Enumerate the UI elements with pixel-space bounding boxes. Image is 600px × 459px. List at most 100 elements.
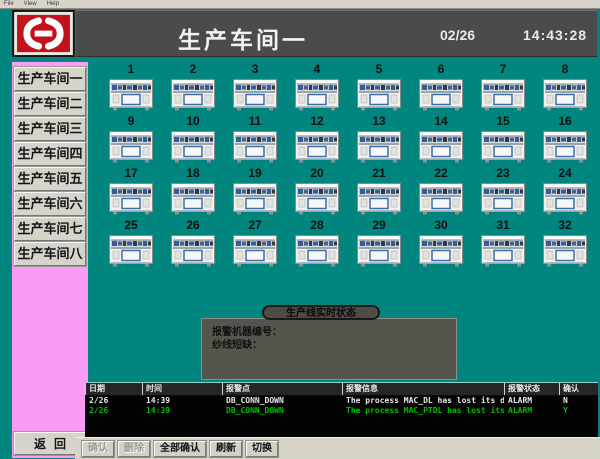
cell-ack: Y <box>559 406 598 416</box>
cell-time: 14:39 <box>142 406 222 416</box>
bottom-button-确认[interactable]: 确认 <box>82 441 114 457</box>
knitting-machine-icon <box>108 232 154 267</box>
machine-cell-32[interactable]: 32 <box>534 218 596 270</box>
machine-number: 20 <box>310 166 323 180</box>
machine-cell-5[interactable]: 5 <box>348 62 410 114</box>
knitting-machine-icon <box>356 128 402 163</box>
machine-cell-7[interactable]: 7 <box>472 62 534 114</box>
machine-number: 10 <box>186 114 199 128</box>
bottom-button-全部确认[interactable]: 全部确认 <box>154 441 206 457</box>
sidebar-item-workshop-4[interactable]: 生产车间四 <box>14 142 86 166</box>
table-row[interactable]: 2/2614:39DB_CONN_DOWNThe process MAC_PTD… <box>85 406 598 416</box>
menu-item-view[interactable]: View <box>24 0 37 9</box>
machine-number: 7 <box>500 62 507 76</box>
machine-cell-25[interactable]: 25 <box>100 218 162 270</box>
column-header: 报警点 <box>222 383 342 395</box>
page-title: 生产车间一 <box>178 21 308 55</box>
machine-number: 29 <box>372 218 385 232</box>
machine-cell-20[interactable]: 20 <box>286 166 348 218</box>
machine-cell-27[interactable]: 27 <box>224 218 286 270</box>
machine-number: 6 <box>438 62 445 76</box>
machine-number: 16 <box>558 114 571 128</box>
machine-cell-19[interactable]: 19 <box>224 166 286 218</box>
bottom-button-删除[interactable]: 删除 <box>118 441 150 457</box>
sidebar-item-workshop-5[interactable]: 生产车间五 <box>14 167 86 191</box>
machine-cell-11[interactable]: 11 <box>224 114 286 166</box>
logo-h-icon <box>12 10 75 57</box>
machine-number: 28 <box>310 218 323 232</box>
machine-cell-8[interactable]: 8 <box>534 62 596 114</box>
table-row[interactable]: 2/2614:39DB_CONN_DOWNThe process MAC_DL … <box>85 396 598 406</box>
knitting-machine-icon <box>170 180 216 215</box>
sidebar-item-workshop-8[interactable]: 生产车间八 <box>14 242 86 266</box>
machine-number: 30 <box>434 218 447 232</box>
knitting-machine-icon <box>170 128 216 163</box>
column-header: 确认 <box>559 383 598 395</box>
sidebar-item-workshop-2[interactable]: 生产车间二 <box>14 92 86 116</box>
machine-cell-22[interactable]: 22 <box>410 166 472 218</box>
machine-cell-26[interactable]: 26 <box>162 218 224 270</box>
menu-bar: File View Help <box>0 0 600 9</box>
machine-cell-28[interactable]: 28 <box>286 218 348 270</box>
yarn-shortage-label: 纱线短缺： <box>212 339 456 352</box>
cell-ack: N <box>559 396 598 406</box>
knitting-machine-icon <box>542 128 588 163</box>
machine-cell-24[interactable]: 24 <box>534 166 596 218</box>
sidebar-item-workshop-3[interactable]: 生产车间三 <box>14 117 86 141</box>
status-panel-title: 生产线实时状态 <box>262 305 380 320</box>
cell-message: The process MAC_PTDL has lost its .. <box>342 406 504 416</box>
machine-cell-23[interactable]: 23 <box>472 166 534 218</box>
bottom-button-刷新[interactable]: 刷新 <box>210 441 242 457</box>
machine-cell-12[interactable]: 12 <box>286 114 348 166</box>
cell-message: The process MAC_DL has lost its d .. <box>342 396 504 406</box>
header-bar: 生产车间一 02/26 14:43:28 <box>76 10 597 57</box>
header-date: 02/26 <box>440 27 475 43</box>
machine-cell-9[interactable]: 9 <box>100 114 162 166</box>
machine-cell-10[interactable]: 10 <box>162 114 224 166</box>
menu-item-help[interactable]: Help <box>47 0 59 9</box>
machine-number: 4 <box>314 62 321 76</box>
workshop-sidebar: 生产车间一生产车间二生产车间三生产车间四生产车间五生产车间六生产车间七生产车间八… <box>12 62 88 458</box>
machine-cell-16[interactable]: 16 <box>534 114 596 166</box>
machine-cell-29[interactable]: 29 <box>348 218 410 270</box>
machine-cell-1[interactable]: 1 <box>100 62 162 114</box>
knitting-machine-icon <box>170 232 216 267</box>
cell-time: 14:39 <box>142 396 222 406</box>
sidebar-item-workshop-7[interactable]: 生产车间七 <box>14 217 86 241</box>
knitting-machine-icon <box>294 76 340 111</box>
bottom-button-切换[interactable]: 切换 <box>246 441 278 457</box>
machine-cell-14[interactable]: 14 <box>410 114 472 166</box>
machine-cell-31[interactable]: 31 <box>472 218 534 270</box>
machine-cell-2[interactable]: 2 <box>162 62 224 114</box>
machine-cell-6[interactable]: 6 <box>410 62 472 114</box>
machine-cell-21[interactable]: 21 <box>348 166 410 218</box>
menu-item-file[interactable]: File <box>4 0 14 9</box>
machine-number: 19 <box>248 166 261 180</box>
machine-number: 1 <box>128 62 135 76</box>
machine-number: 26 <box>186 218 199 232</box>
sidebar-item-workshop-6[interactable]: 生产车间六 <box>14 192 86 216</box>
knitting-machine-icon <box>356 232 402 267</box>
bottom-bar: 确认删除全部确认刷新切换 <box>75 437 600 459</box>
cell-point: DB_CONN_DOWN <box>222 396 342 406</box>
machine-cell-4[interactable]: 4 <box>286 62 348 114</box>
machine-number: 27 <box>248 218 261 232</box>
machine-cell-3[interactable]: 3 <box>224 62 286 114</box>
machine-number: 25 <box>124 218 137 232</box>
machine-number: 22 <box>434 166 447 180</box>
cell-point: DB_CONN_DOWN <box>222 406 342 416</box>
machine-cell-18[interactable]: 18 <box>162 166 224 218</box>
knitting-machine-icon <box>418 180 464 215</box>
machine-cell-13[interactable]: 13 <box>348 114 410 166</box>
knitting-machine-icon <box>480 128 526 163</box>
knitting-machine-icon <box>232 232 278 267</box>
sidebar-item-workshop-1[interactable]: 生产车间一 <box>14 67 86 91</box>
knitting-machine-icon <box>232 128 278 163</box>
machine-number: 11 <box>249 114 262 128</box>
knitting-machine-icon <box>294 180 340 215</box>
machine-cell-15[interactable]: 15 <box>472 114 534 166</box>
machine-cell-30[interactable]: 30 <box>410 218 472 270</box>
cell-status: ALARM <box>504 396 559 406</box>
header-clock: 14:43:28 <box>523 27 587 43</box>
machine-cell-17[interactable]: 17 <box>100 166 162 218</box>
